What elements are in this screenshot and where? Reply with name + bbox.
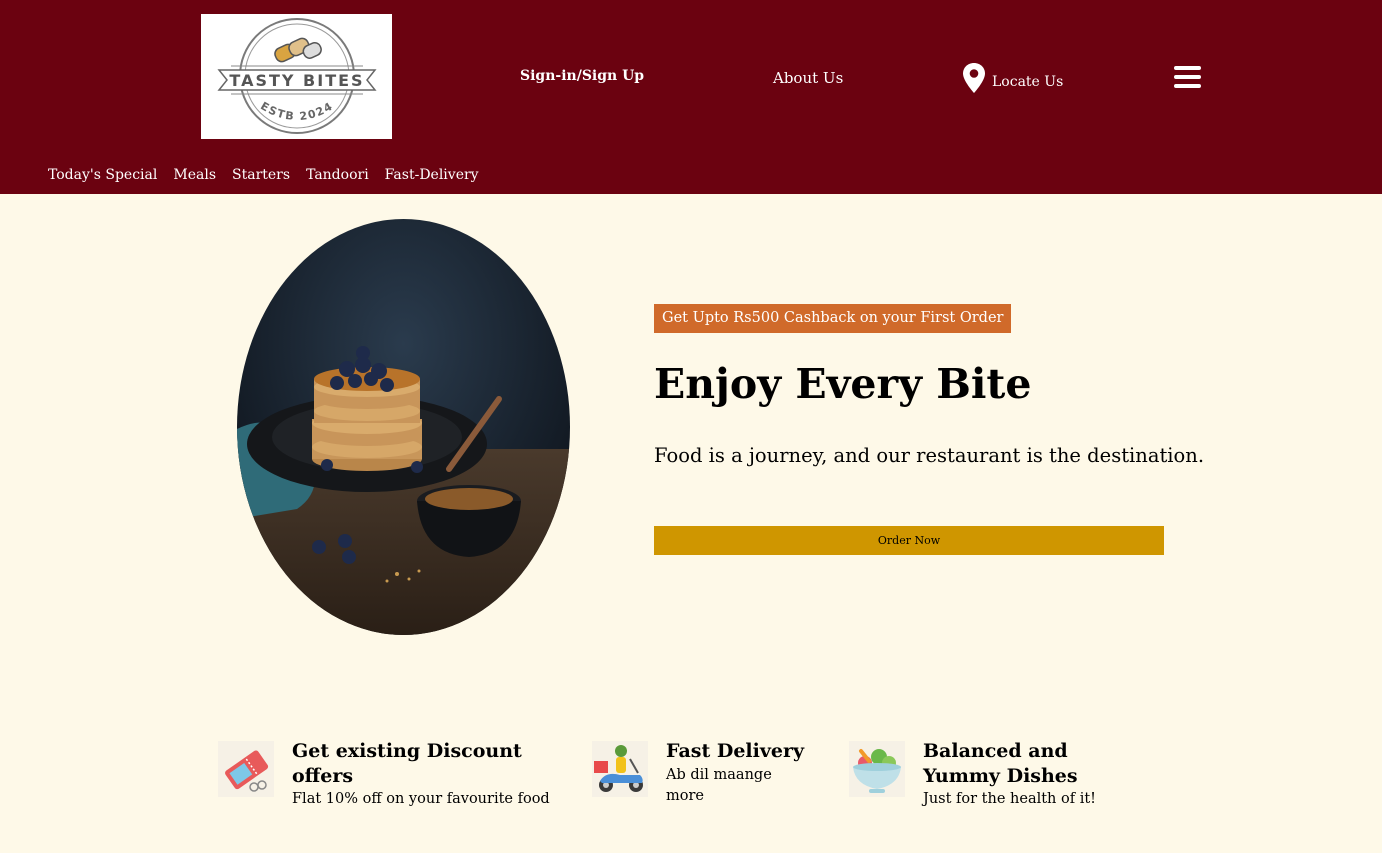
hero-title: Enjoy Every Bite	[654, 360, 1032, 408]
feature-title: Fast Delivery	[666, 740, 805, 762]
logo-emblem: TASTY BITES ESTB 2024	[217, 18, 377, 134]
nav-item-tandoori[interactable]: Tandoori	[306, 167, 369, 183]
coupon-icon	[218, 741, 274, 797]
locate-us-label: Locate Us	[992, 74, 1064, 90]
nav-item-meals[interactable]: Meals	[173, 167, 216, 183]
locate-us-link[interactable]: Locate Us	[962, 62, 1063, 94]
salad-bowl-icon	[849, 741, 905, 797]
feature-title: Balanced and Yummy Dishes	[923, 740, 1078, 787]
category-nav: Today's Special Meals Starters Tandoori …	[48, 167, 479, 183]
nav-item-starters[interactable]: Starters	[232, 167, 290, 183]
pancake-photo-illustration	[237, 219, 570, 635]
cashback-promo-badge: Get Upto Rs500 Cashback on your First Or…	[654, 304, 1012, 333]
delivery-scooter-icon	[592, 741, 648, 797]
feature-title: Get existing Discount offers	[292, 740, 522, 787]
hero-pancake-image	[237, 219, 570, 635]
logo-estb-text: ESTB 2024	[258, 99, 334, 123]
brand-logo[interactable]: TASTY BITES ESTB 2024	[201, 14, 392, 139]
feature-desc: Just for the health of it!	[923, 791, 1096, 807]
feature-desc: Flat 10% off on your favourite food	[292, 791, 550, 807]
site-header: TASTY BITES ESTB 2024 Sign-in/Sign Up Ab…	[0, 0, 1382, 194]
about-us-link[interactable]: About Us	[773, 69, 843, 87]
svg-text:ESTB 2024: ESTB 2024	[258, 99, 335, 123]
logo-title-text: TASTY BITES	[229, 71, 364, 90]
order-now-button[interactable]: Order Now	[654, 526, 1164, 555]
map-pin-icon	[963, 63, 985, 93]
nav-item-fast-delivery[interactable]: Fast-Delivery	[385, 167, 479, 183]
hero-subtitle: Food is a journey, and our restaurant is…	[654, 444, 1205, 467]
signin-signup-link[interactable]: Sign-in/Sign Up	[520, 68, 644, 84]
nav-item-todays-special[interactable]: Today's Special	[48, 167, 157, 183]
hamburger-menu-icon[interactable]	[1174, 64, 1202, 90]
feature-desc: Ab dil maange more	[666, 767, 772, 804]
